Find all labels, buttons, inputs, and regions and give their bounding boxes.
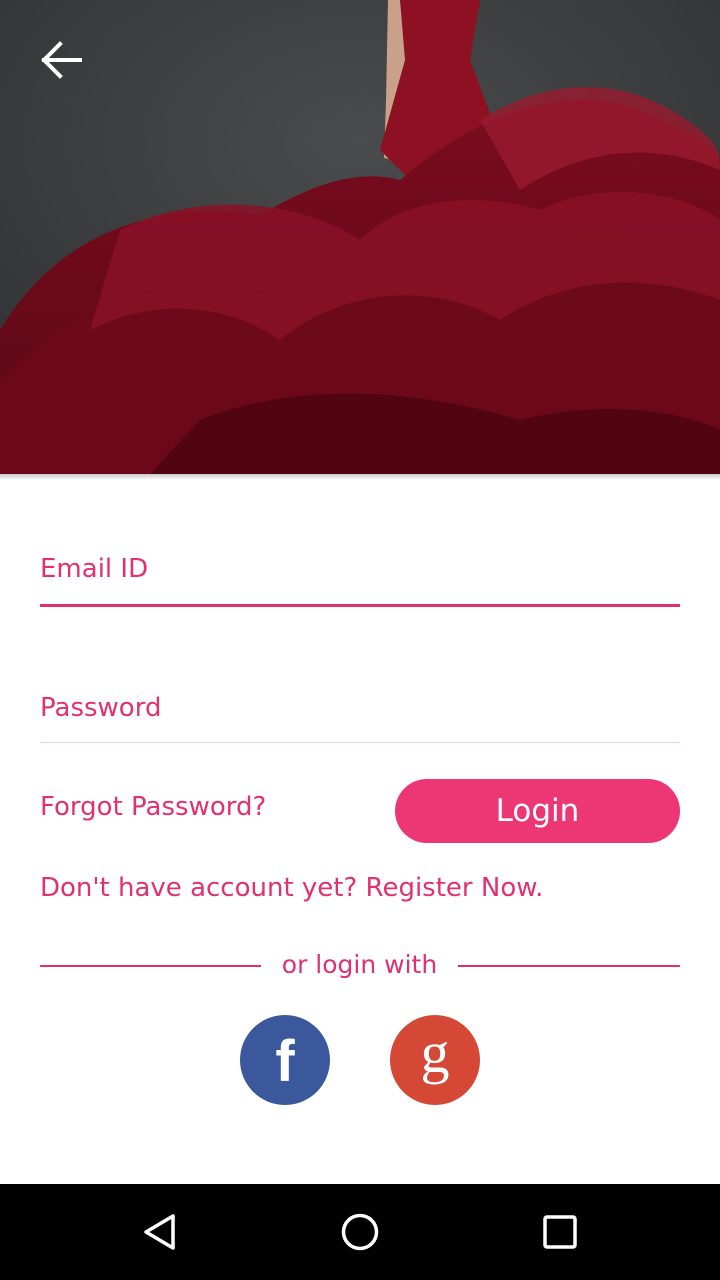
triangle-back-icon	[144, 1214, 175, 1250]
email-field[interactable]	[40, 549, 680, 609]
hero-shadow	[0, 474, 720, 480]
divider-line-right	[458, 965, 680, 967]
divider-line-left	[40, 965, 261, 967]
arrow-left-icon	[41, 41, 82, 79]
login-button[interactable]: Login	[395, 779, 680, 843]
forgot-password-link[interactable]: Forgot Password?	[40, 792, 266, 822]
hero-image	[0, 0, 720, 474]
circle-home-icon	[341, 1213, 379, 1251]
square-recents-icon	[543, 1215, 577, 1249]
login-button-label: Login	[495, 793, 580, 829]
red-dress-photo	[0, 0, 720, 474]
google-icon: g	[420, 1020, 450, 1085]
password-field[interactable]	[40, 688, 680, 748]
email-underline	[40, 604, 680, 607]
facebook-login-button[interactable]: f	[240, 1015, 330, 1105]
register-link[interactable]: Don't have account yet? Register Now.	[40, 873, 543, 903]
system-navigation-bar	[0, 1184, 720, 1280]
social-divider-text: or login with	[281, 950, 438, 979]
system-recents-button[interactable]	[530, 1202, 590, 1262]
password-underline	[40, 742, 680, 743]
system-home-button[interactable]	[330, 1202, 390, 1262]
email-input[interactable]	[40, 549, 680, 589]
google-login-button[interactable]: g	[390, 1015, 480, 1105]
password-input[interactable]	[40, 688, 680, 728]
system-back-button[interactable]	[130, 1202, 190, 1262]
back-button[interactable]	[30, 30, 90, 90]
facebook-icon: f	[275, 1029, 295, 1094]
